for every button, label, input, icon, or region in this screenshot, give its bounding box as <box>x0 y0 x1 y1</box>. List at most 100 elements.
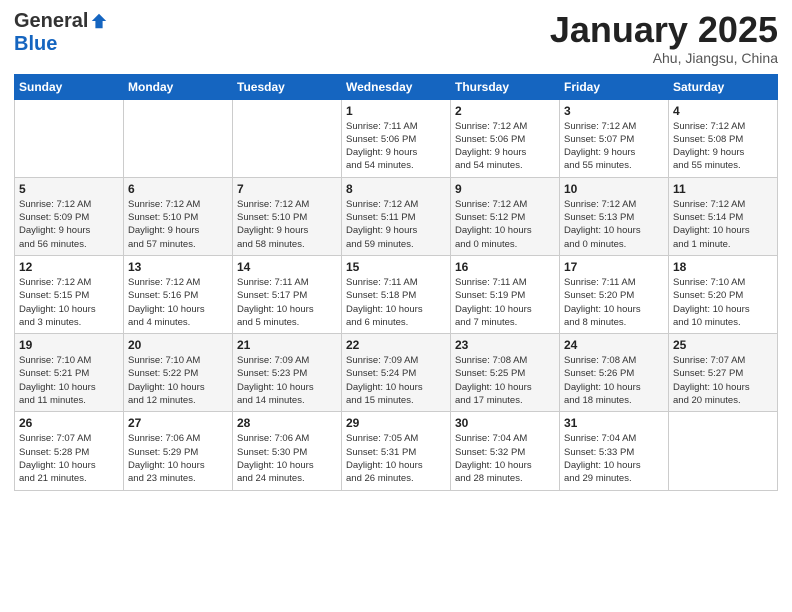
day-number: 2 <box>455 104 555 118</box>
day-info: Sunrise: 7:10 AMSunset: 5:21 PMDaylight:… <box>19 354 119 407</box>
day-number: 26 <box>19 416 119 430</box>
logo-general-text: General <box>14 10 88 33</box>
day-info: Sunrise: 7:04 AMSunset: 5:33 PMDaylight:… <box>564 432 664 485</box>
month-title: January 2025 <box>550 10 778 50</box>
calendar-day-cell: 9 Sunrise: 7:12 AMSunset: 5:12 PMDaylight… <box>451 177 560 255</box>
day-number: 6 <box>128 182 228 196</box>
logo-icon <box>90 12 108 30</box>
calendar-day-cell: 8 Sunrise: 7:12 AMSunset: 5:11 PMDaylight… <box>342 177 451 255</box>
title-area: January 2025 Ahu, Jiangsu, China <box>550 10 778 66</box>
calendar-day-cell: 30 Sunrise: 7:04 AMSunset: 5:32 PMDayligh… <box>451 412 560 490</box>
day-number: 8 <box>346 182 446 196</box>
calendar-day-cell: 27Sunrise: 7:06 AMSunset: 5:29 PMDayligh… <box>124 412 233 490</box>
calendar-day-cell: 26 Sunrise: 7:07 AMSunset: 5:28 PMDayligh… <box>15 412 124 490</box>
calendar-day-cell: 4Sunrise: 7:12 AMSunset: 5:08 PMDaylight… <box>669 99 778 177</box>
calendar-day-cell: 2Sunrise: 7:12 AMSunset: 5:06 PMDaylight… <box>451 99 560 177</box>
calendar-day-cell: 1 Sunrise: 7:11 AMSunset: 5:06 PMDaylight… <box>342 99 451 177</box>
day-number: 25 <box>673 338 773 352</box>
day-info: Sunrise: 7:11 AMSunset: 5:17 PMDaylight:… <box>237 276 337 329</box>
day-info: Sunrise: 7:11 AMSunset: 5:19 PMDaylight:… <box>455 276 555 329</box>
day-number: 13 <box>128 260 228 274</box>
calendar-day-cell <box>124 99 233 177</box>
day-info: Sunrise: 7:08 AMSunset: 5:26 PMDaylight:… <box>564 354 664 407</box>
day-number: 24 <box>564 338 664 352</box>
day-info: Sunrise: 7:11 AMSunset: 5:06 PMDaylight:… <box>346 120 446 173</box>
calendar-week-row: 26 Sunrise: 7:07 AMSunset: 5:28 PMDayligh… <box>15 412 778 490</box>
calendar-day-cell: 14 Sunrise: 7:11 AMSunset: 5:17 PMDayligh… <box>233 255 342 333</box>
day-info: Sunrise: 7:11 AMSunset: 5:20 PMDaylight:… <box>564 276 664 329</box>
weekday-header: Monday <box>124 74 233 99</box>
day-info: Sunrise: 7:04 AMSunset: 5:32 PMDaylight:… <box>455 432 555 485</box>
day-number: 28 <box>237 416 337 430</box>
day-number: 11 <box>673 182 773 196</box>
calendar-day-cell: 18 Sunrise: 7:10 AMSunset: 5:20 PMDayligh… <box>669 255 778 333</box>
day-number: 12 <box>19 260 119 274</box>
calendar-day-cell: 7 Sunrise: 7:12 AMSunset: 5:10 PMDaylight… <box>233 177 342 255</box>
day-number: 9 <box>455 182 555 196</box>
calendar-day-cell: 25 Sunrise: 7:07 AMSunset: 5:27 PMDayligh… <box>669 334 778 412</box>
day-number: 5 <box>19 182 119 196</box>
calendar-day-cell: 12 Sunrise: 7:12 AMSunset: 5:15 PMDayligh… <box>15 255 124 333</box>
day-number: 4 <box>673 104 773 118</box>
calendar-day-cell: 17 Sunrise: 7:11 AMSunset: 5:20 PMDayligh… <box>560 255 669 333</box>
day-info: Sunrise: 7:06 AMSunset: 5:29 PMDaylight:… <box>128 432 228 485</box>
weekday-header: Sunday <box>15 74 124 99</box>
calendar-day-cell: 6 Sunrise: 7:12 AMSunset: 5:10 PMDaylight… <box>124 177 233 255</box>
day-info: Sunrise: 7:10 AMSunset: 5:22 PMDaylight:… <box>128 354 228 407</box>
day-number: 29 <box>346 416 446 430</box>
day-number: 1 <box>346 104 446 118</box>
calendar-day-cell: 10Sunrise: 7:12 AMSunset: 5:13 PMDayligh… <box>560 177 669 255</box>
calendar-day-cell: 31 Sunrise: 7:04 AMSunset: 5:33 PMDayligh… <box>560 412 669 490</box>
day-info: Sunrise: 7:09 AMSunset: 5:24 PMDaylight:… <box>346 354 446 407</box>
weekday-header: Tuesday <box>233 74 342 99</box>
calendar-day-cell: 13 Sunrise: 7:12 AMSunset: 5:16 PMDayligh… <box>124 255 233 333</box>
day-info: Sunrise: 7:12 AMSunset: 5:09 PMDaylight:… <box>19 198 119 251</box>
weekday-header: Thursday <box>451 74 560 99</box>
calendar-day-cell: 16 Sunrise: 7:11 AMSunset: 5:19 PMDayligh… <box>451 255 560 333</box>
day-info: Sunrise: 7:12 AMSunset: 5:11 PMDaylight:… <box>346 198 446 251</box>
calendar-day-cell: 23 Sunrise: 7:08 AMSunset: 5:25 PMDayligh… <box>451 334 560 412</box>
day-info: Sunrise: 7:07 AMSunset: 5:28 PMDaylight:… <box>19 432 119 485</box>
day-info: Sunrise: 7:12 AMSunset: 5:14 PMDaylight:… <box>673 198 773 251</box>
day-number: 15 <box>346 260 446 274</box>
day-number: 18 <box>673 260 773 274</box>
weekday-header: Saturday <box>669 74 778 99</box>
calendar-day-cell: 3Sunrise: 7:12 AMSunset: 5:07 PMDaylight… <box>560 99 669 177</box>
weekday-header: Wednesday <box>342 74 451 99</box>
day-number: 22 <box>346 338 446 352</box>
day-info: Sunrise: 7:12 AMSunset: 5:12 PMDaylight:… <box>455 198 555 251</box>
day-info: Sunrise: 7:08 AMSunset: 5:25 PMDaylight:… <box>455 354 555 407</box>
day-info: Sunrise: 7:12 AMSunset: 5:16 PMDaylight:… <box>128 276 228 329</box>
day-info: Sunrise: 7:07 AMSunset: 5:27 PMDaylight:… <box>673 354 773 407</box>
calendar-day-cell: 24 Sunrise: 7:08 AMSunset: 5:26 PMDayligh… <box>560 334 669 412</box>
day-number: 16 <box>455 260 555 274</box>
day-number: 17 <box>564 260 664 274</box>
day-info: Sunrise: 7:12 AMSunset: 5:15 PMDaylight:… <box>19 276 119 329</box>
day-info: Sunrise: 7:05 AMSunset: 5:31 PMDaylight:… <box>346 432 446 485</box>
weekday-header-row: SundayMondayTuesdayWednesdayThursdayFrid… <box>15 74 778 99</box>
day-info: Sunrise: 7:10 AMSunset: 5:20 PMDaylight:… <box>673 276 773 329</box>
page: General Blue January 2025 Ahu, Jiangsu, … <box>0 0 792 505</box>
day-number: 23 <box>455 338 555 352</box>
calendar-week-row: 19Sunrise: 7:10 AMSunset: 5:21 PMDayligh… <box>15 334 778 412</box>
day-info: Sunrise: 7:09 AMSunset: 5:23 PMDaylight:… <box>237 354 337 407</box>
day-number: 7 <box>237 182 337 196</box>
calendar-day-cell: 15Sunrise: 7:11 AMSunset: 5:18 PMDayligh… <box>342 255 451 333</box>
calendar-day-cell <box>233 99 342 177</box>
calendar-day-cell: 5 Sunrise: 7:12 AMSunset: 5:09 PMDaylight… <box>15 177 124 255</box>
calendar-day-cell: 29 Sunrise: 7:05 AMSunset: 5:31 PMDayligh… <box>342 412 451 490</box>
day-number: 21 <box>237 338 337 352</box>
calendar-day-cell: 11 Sunrise: 7:12 AMSunset: 5:14 PMDayligh… <box>669 177 778 255</box>
day-number: 14 <box>237 260 337 274</box>
day-number: 31 <box>564 416 664 430</box>
day-info: Sunrise: 7:12 AMSunset: 5:10 PMDaylight:… <box>237 198 337 251</box>
weekday-header: Friday <box>560 74 669 99</box>
calendar-day-cell <box>669 412 778 490</box>
day-info: Sunrise: 7:06 AMSunset: 5:30 PMDaylight:… <box>237 432 337 485</box>
day-number: 30 <box>455 416 555 430</box>
day-number: 20 <box>128 338 228 352</box>
calendar-week-row: 5 Sunrise: 7:12 AMSunset: 5:09 PMDaylight… <box>15 177 778 255</box>
calendar-week-row: 1 Sunrise: 7:11 AMSunset: 5:06 PMDaylight… <box>15 99 778 177</box>
calendar-day-cell: 21 Sunrise: 7:09 AMSunset: 5:23 PMDayligh… <box>233 334 342 412</box>
day-info: Sunrise: 7:12 AMSunset: 5:10 PMDaylight:… <box>128 198 228 251</box>
